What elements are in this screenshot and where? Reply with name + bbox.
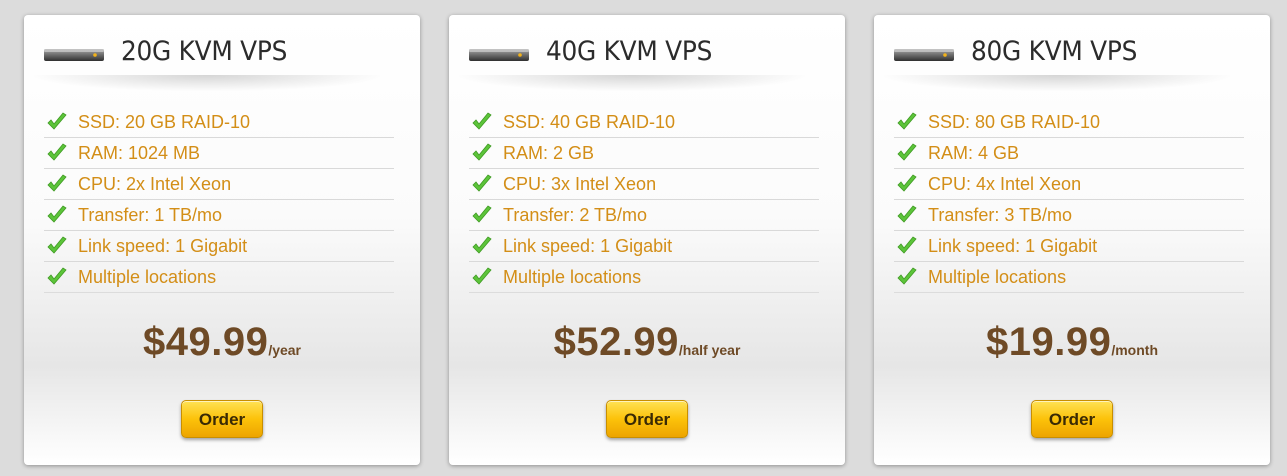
price-period: /month — [1111, 342, 1158, 358]
order-button[interactable]: Order — [1031, 400, 1113, 438]
feature-label: RAM: 2 GB — [503, 143, 595, 163]
checkmark-icon — [472, 267, 492, 285]
feature-item: RAM: 1024 MB — [44, 138, 394, 169]
checkmark-icon — [897, 236, 917, 254]
feature-item: Link speed: 1 Gigabit — [44, 231, 394, 262]
feature-label: SSD: 40 GB RAID-10 — [503, 112, 676, 132]
price-period: /half year — [678, 342, 741, 358]
checkmark-icon — [47, 112, 67, 130]
plan-title: 40G KVM VPS — [546, 36, 713, 67]
checkmark-icon — [47, 143, 67, 161]
pricing-row: 20G KVM VPS SSD: 20 GB RAID-10 RAM: 1024… — [0, 0, 1287, 476]
order-button[interactable]: Order — [181, 400, 263, 438]
feature-item: CPU: 2x Intel Xeon — [44, 169, 394, 200]
checkmark-icon — [47, 205, 67, 223]
feature-label: SSD: 80 GB RAID-10 — [928, 112, 1101, 132]
feature-label: RAM: 1024 MB — [78, 143, 201, 163]
feature-item: Multiple locations — [469, 262, 819, 293]
checkmark-icon — [47, 174, 67, 192]
plan-title: 20G KVM VPS — [121, 36, 288, 67]
server-icon — [894, 49, 954, 61]
price-amount: $52.99 — [553, 320, 679, 364]
feature-list: SSD: 40 GB RAID-10 RAM: 2 GB CPU: 3x Int… — [469, 107, 819, 293]
feature-item: SSD: 20 GB RAID-10 — [44, 107, 394, 138]
feature-label: CPU: 2x Intel Xeon — [78, 174, 232, 194]
feature-label: CPU: 4x Intel Xeon — [928, 174, 1082, 194]
feature-label: Link speed: 1 Gigabit — [78, 236, 248, 256]
feature-list: SSD: 20 GB RAID-10 RAM: 1024 MB CPU: 2x … — [44, 107, 394, 293]
feature-label: Link speed: 1 Gigabit — [503, 236, 673, 256]
feature-label: Transfer: 1 TB/mo — [78, 205, 223, 225]
plan-card-20g: 20G KVM VPS SSD: 20 GB RAID-10 RAM: 1024… — [24, 15, 420, 465]
feature-item: Link speed: 1 Gigabit — [894, 231, 1244, 262]
plan-header: 80G KVM VPS — [874, 15, 1270, 91]
plan-card-80g: 80G KVM VPS SSD: 80 GB RAID-10 RAM: 4 GB… — [874, 15, 1270, 465]
checkmark-icon — [472, 236, 492, 254]
feature-item: Multiple locations — [894, 262, 1244, 293]
plan-header: 20G KVM VPS — [24, 15, 420, 91]
feature-item: CPU: 3x Intel Xeon — [469, 169, 819, 200]
order-button[interactable]: Order — [606, 400, 688, 438]
checkmark-icon — [47, 267, 67, 285]
price-period: /year — [268, 342, 302, 358]
feature-label: SSD: 20 GB RAID-10 — [78, 112, 251, 132]
feature-item: SSD: 40 GB RAID-10 — [469, 107, 819, 138]
feature-item: CPU: 4x Intel Xeon — [894, 169, 1244, 200]
feature-item: Multiple locations — [44, 262, 394, 293]
feature-list: SSD: 80 GB RAID-10 RAM: 4 GB CPU: 4x Int… — [894, 107, 1244, 293]
checkmark-icon — [472, 205, 492, 223]
checkmark-icon — [897, 205, 917, 223]
feature-label: Link speed: 1 Gigabit — [928, 236, 1098, 256]
price: $52.99/half year — [449, 320, 845, 365]
feature-item: RAM: 4 GB — [894, 138, 1244, 169]
plan-card-40g: 40G KVM VPS SSD: 40 GB RAID-10 RAM: 2 GB… — [449, 15, 845, 465]
feature-label: Transfer: 2 TB/mo — [503, 205, 648, 225]
price-amount: $19.99 — [986, 320, 1112, 364]
price-amount: $49.99 — [142, 320, 269, 364]
feature-label: Transfer: 3 TB/mo — [928, 205, 1073, 225]
plan-header: 40G KVM VPS — [449, 15, 845, 91]
server-icon — [469, 49, 529, 61]
checkmark-icon — [897, 174, 917, 192]
plan-title: 80G KVM VPS — [971, 36, 1138, 67]
checkmark-icon — [472, 143, 492, 161]
checkmark-icon — [472, 112, 492, 130]
feature-item: Transfer: 3 TB/mo — [894, 200, 1244, 231]
feature-label: Multiple locations — [928, 267, 1067, 287]
feature-item: Link speed: 1 Gigabit — [469, 231, 819, 262]
price: $49.99/year — [24, 320, 420, 365]
price: $19.99/month — [874, 320, 1270, 365]
feature-item: Transfer: 1 TB/mo — [44, 200, 394, 231]
server-icon — [44, 49, 104, 61]
checkmark-icon — [897, 267, 917, 285]
feature-item: SSD: 80 GB RAID-10 — [894, 107, 1244, 138]
checkmark-icon — [897, 112, 917, 130]
feature-label: CPU: 3x Intel Xeon — [503, 174, 657, 194]
checkmark-icon — [47, 236, 67, 254]
feature-item: Transfer: 2 TB/mo — [469, 200, 819, 231]
feature-label: Multiple locations — [503, 267, 642, 287]
checkmark-icon — [897, 143, 917, 161]
feature-label: RAM: 4 GB — [928, 143, 1020, 163]
feature-label: Multiple locations — [78, 267, 217, 287]
checkmark-icon — [472, 174, 492, 192]
feature-item: RAM: 2 GB — [469, 138, 819, 169]
